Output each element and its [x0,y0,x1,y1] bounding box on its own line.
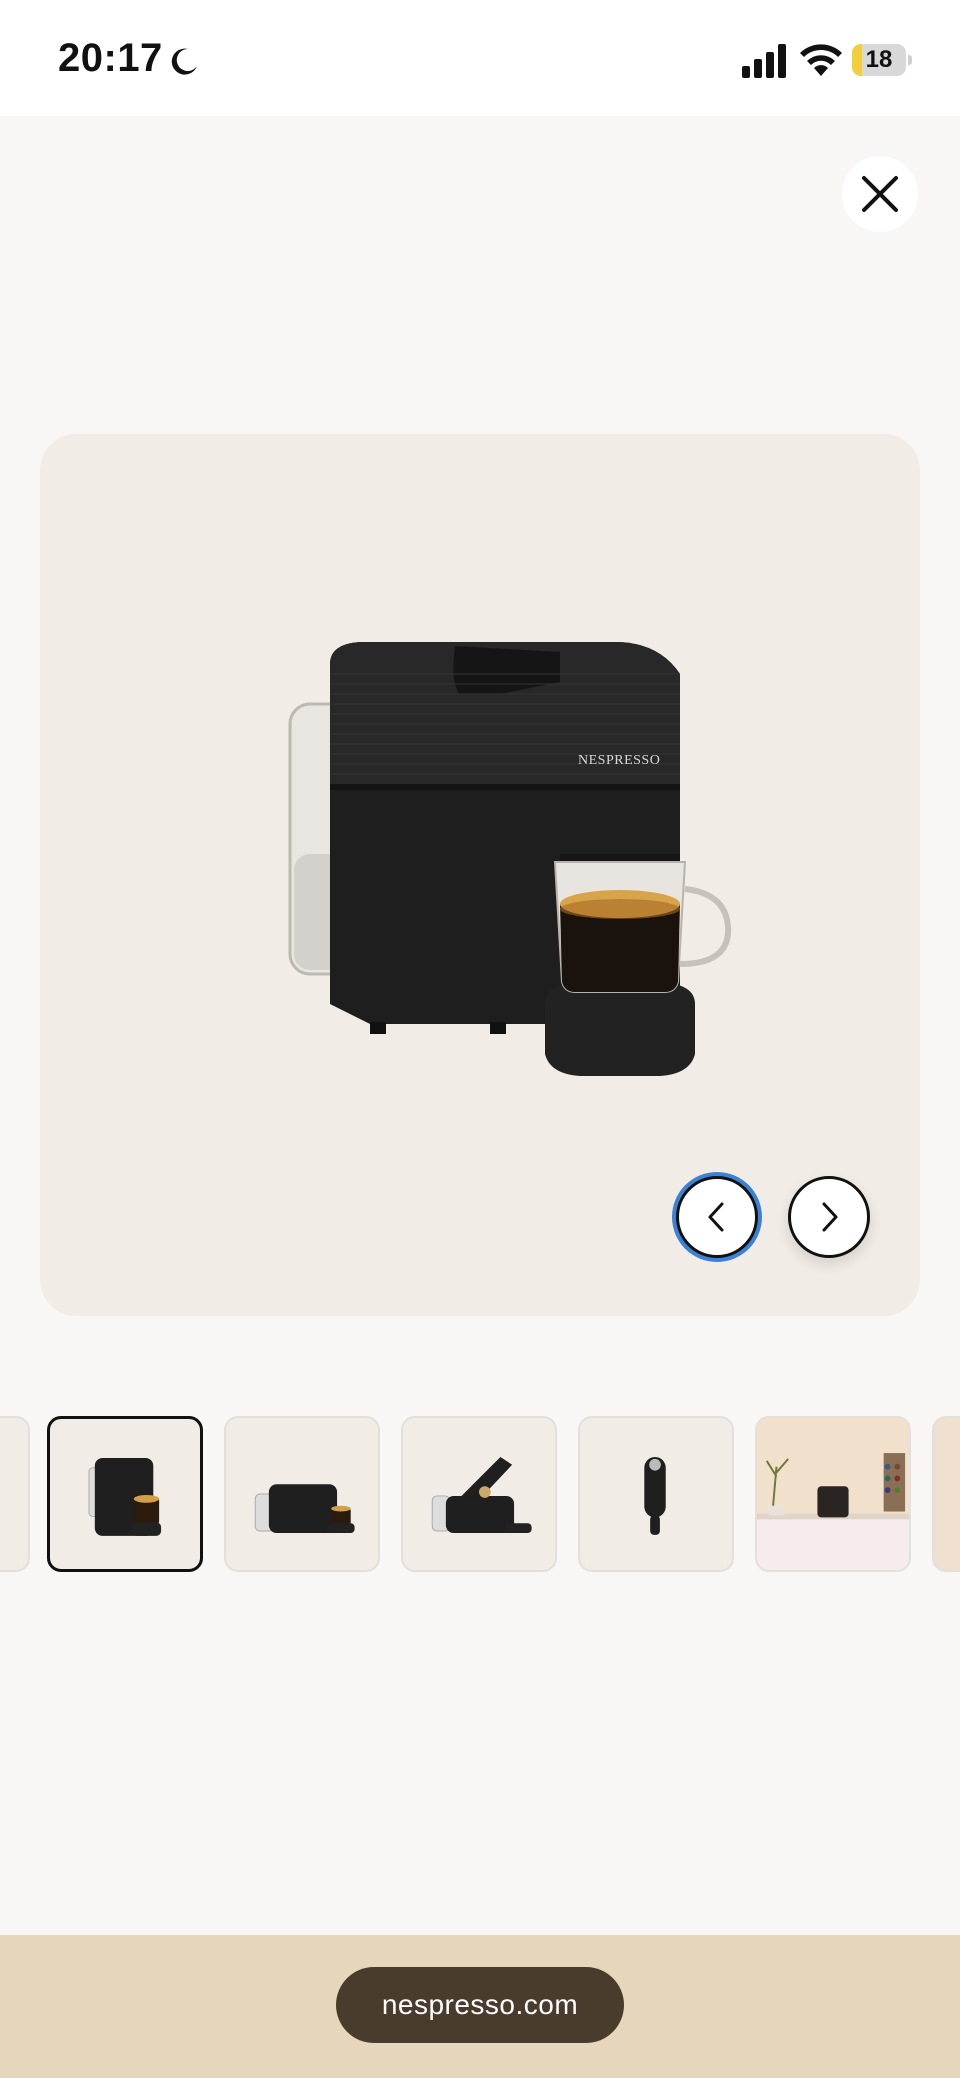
chevron-right-icon [822,1202,838,1232]
thumbnail-strip[interactable] [0,1416,960,1576]
brand-logo: NESPRESSO [578,753,660,768]
close-icon [862,176,898,212]
url-address-pill[interactable]: nespresso.com [336,1967,624,2043]
status-bar: 20:17 18 [0,0,960,116]
thumbnail-coffee-machine-front[interactable] [47,1416,203,1572]
next-image-button[interactable] [788,1176,870,1258]
coffee-machine-open-thumb-icon [431,1456,532,1533]
status-time: 20:17 [58,36,163,80]
close-button[interactable] [842,156,918,232]
cellular-signal-icon [742,44,786,78]
thumbnail-partial[interactable] [0,1416,30,1572]
battery-level: 18 [865,46,893,73]
thumbnail-coffee-machine-side[interactable] [224,1416,380,1572]
battery-icon: 18 [852,44,912,76]
browser-bottom-bar: nespresso.com [0,1935,960,2078]
moon-icon [171,48,197,75]
coffee-machine-side-thumb-icon [254,1484,355,1533]
chevron-left-icon [708,1202,724,1232]
thumbnail-coffee-machine-open[interactable] [401,1416,557,1572]
product-image-stage: NESPRESSO [40,434,920,1316]
previous-image-button[interactable] [676,1176,758,1258]
thumbnail-partial-right[interactable] [932,1416,960,1572]
thumbnail-capsule-holder[interactable] [578,1416,734,1572]
thumbnail-coffee-machine-kitchen[interactable] [755,1416,911,1572]
capsule-holder-thumb-icon [644,1456,666,1535]
wifi-icon [800,44,842,76]
kitchen-scene-thumb-icon [757,1418,909,1570]
coffee-machine-thumb-icon [88,1457,162,1536]
coffee-machine-image: NESPRESSO [288,642,732,1076]
